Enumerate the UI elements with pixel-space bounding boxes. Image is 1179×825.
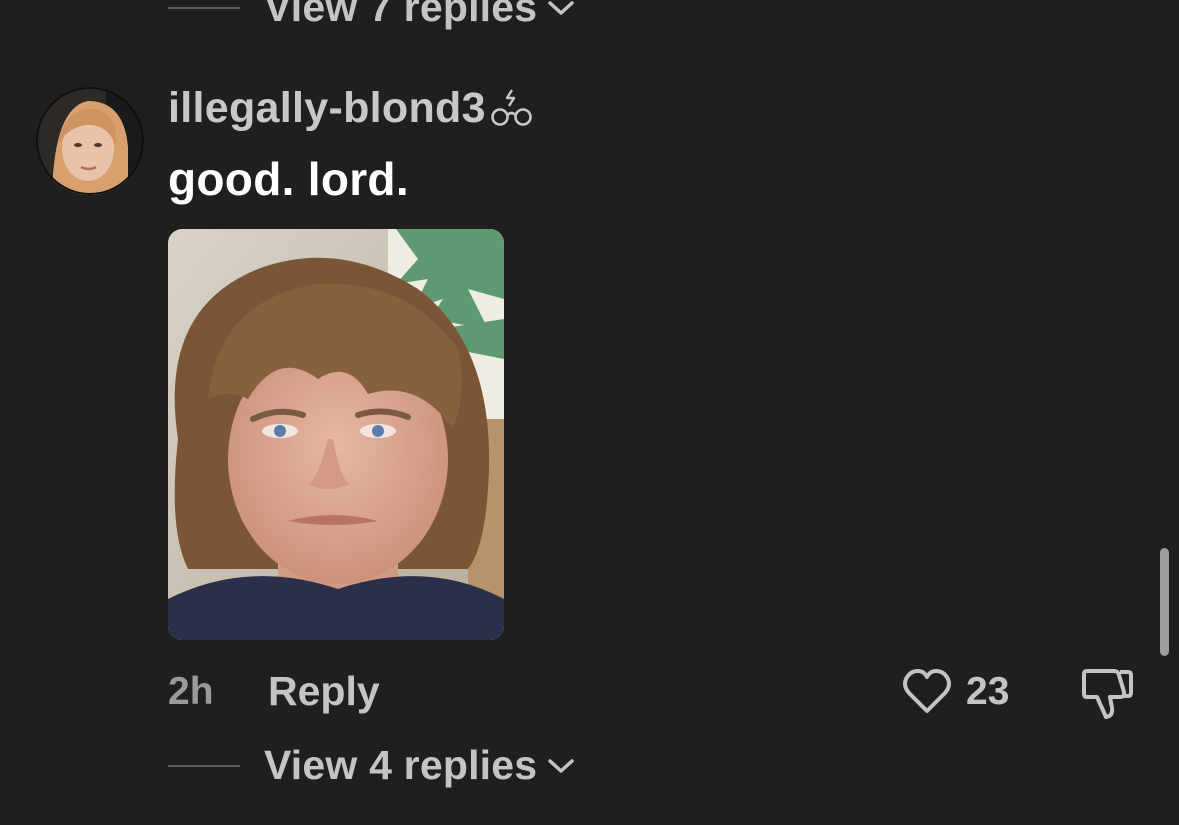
- view-replies-button[interactable]: View 4 replies: [168, 742, 575, 789]
- reply-thread-line: [168, 6, 240, 9]
- reply-thread-line: [168, 764, 240, 767]
- comment-text: good. lord.: [168, 153, 409, 205]
- comments-screen: View 7 replies illegally-blond3 good. lo…: [0, 0, 1179, 825]
- thumbs-down-icon[interactable]: [1080, 666, 1134, 720]
- heart-outline-icon[interactable]: [901, 668, 953, 716]
- username[interactable]: illegally-blond3: [168, 84, 486, 133]
- selfie-photo: [168, 229, 504, 640]
- avatar[interactable]: [36, 87, 144, 195]
- comment-actions: 2h Reply 23: [0, 664, 1179, 722]
- scrollbar-thumb[interactable]: [1160, 548, 1169, 656]
- view-previous-replies-button[interactable]: View 7 replies: [168, 0, 575, 31]
- view-replies-label: View 4 replies: [264, 742, 538, 788]
- chevron-down-icon: [548, 0, 575, 15]
- harry-potter-glasses-icon: [490, 88, 532, 126]
- chevron-down-icon: [548, 758, 575, 773]
- view-replies-label: View 7 replies: [264, 0, 538, 30]
- comment-image[interactable]: [168, 229, 504, 640]
- comment-header: illegally-blond3: [168, 84, 538, 133]
- like-count: 23: [966, 670, 1010, 713]
- timestamp: 2h: [168, 670, 214, 713]
- avatar-photo: [36, 87, 144, 195]
- reply-button[interactable]: Reply: [268, 668, 380, 715]
